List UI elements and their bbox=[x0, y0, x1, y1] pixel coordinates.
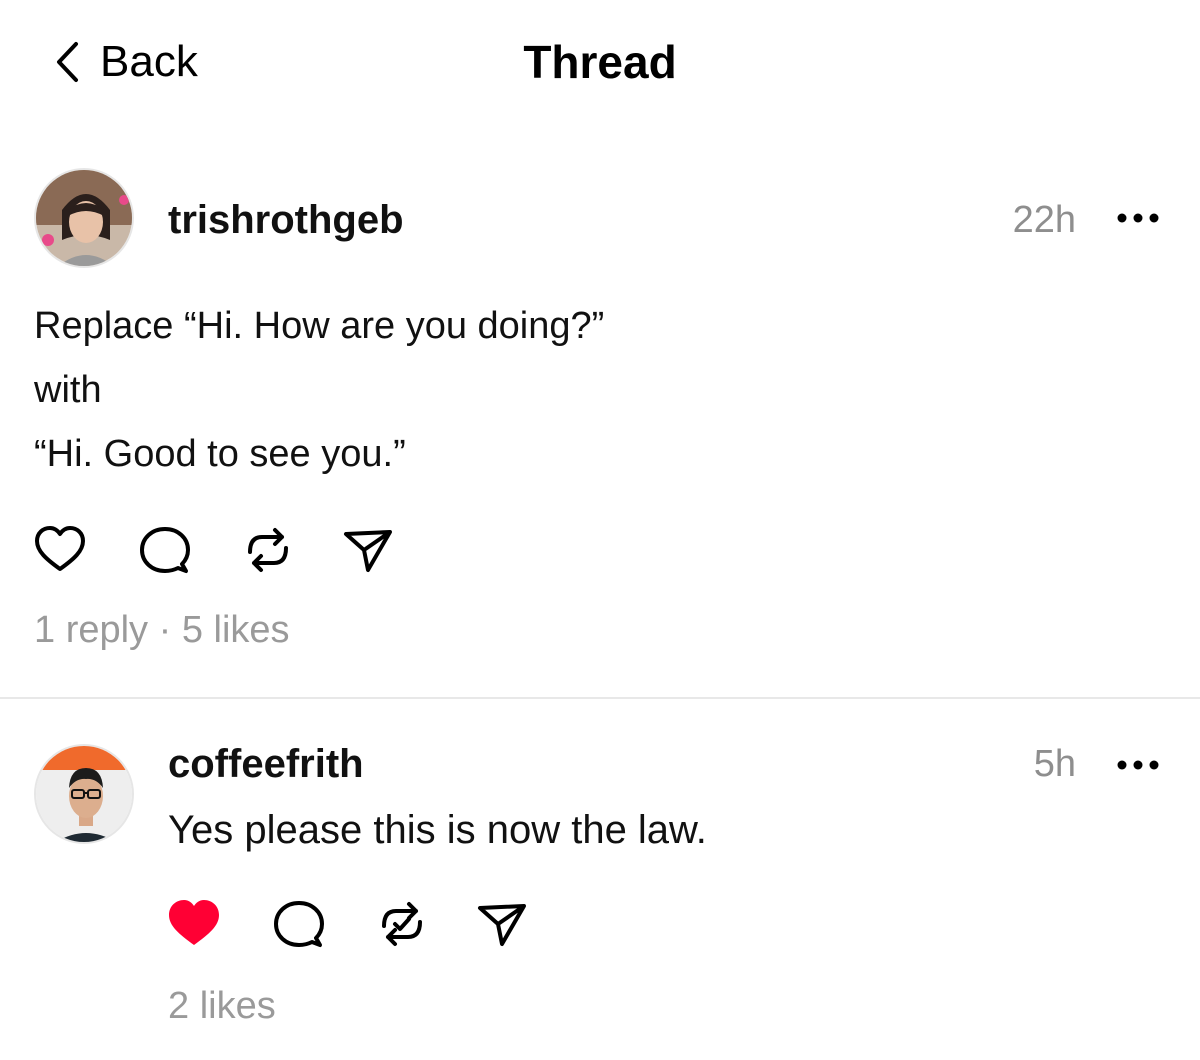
comment-icon bbox=[140, 527, 190, 573]
comment-button[interactable] bbox=[136, 522, 240, 578]
reply-actions bbox=[166, 896, 534, 952]
heart-filled-icon bbox=[169, 900, 219, 945]
repost-button[interactable] bbox=[240, 522, 340, 578]
reply-stats[interactable]: 2 likes bbox=[168, 982, 276, 1030]
reply-more-button[interactable] bbox=[1116, 757, 1160, 773]
post-stats[interactable]: 1 reply · 5 likes bbox=[34, 606, 290, 654]
post-text-line: with bbox=[34, 369, 102, 411]
more-icon bbox=[1117, 213, 1159, 223]
post-body: Replace “Hi. How are you doing?” with “H… bbox=[34, 294, 604, 486]
divider bbox=[0, 697, 1200, 699]
avatar[interactable] bbox=[34, 744, 134, 844]
send-icon bbox=[478, 904, 526, 946]
nav-bar: Back Thread bbox=[0, 0, 1200, 120]
post-text-line: Replace “Hi. How are you doing?” bbox=[34, 305, 605, 347]
avatar[interactable] bbox=[34, 168, 134, 268]
post-text-line: “Hi. Good to see you.” bbox=[34, 433, 406, 475]
share-button[interactable] bbox=[340, 522, 400, 578]
comment-button[interactable] bbox=[270, 896, 374, 952]
reply-username[interactable]: coffeefrith bbox=[168, 740, 364, 788]
repost-check-icon bbox=[382, 902, 422, 946]
post-timestamp: 22h bbox=[1012, 199, 1076, 241]
share-button[interactable] bbox=[474, 896, 534, 952]
like-button[interactable] bbox=[32, 522, 136, 578]
post-actions bbox=[32, 522, 400, 578]
post-username[interactable]: trishrothgeb bbox=[168, 196, 404, 244]
heart-icon bbox=[35, 526, 85, 571]
more-icon bbox=[1117, 760, 1159, 770]
post-more-button[interactable] bbox=[1116, 210, 1160, 226]
reply-timestamp: 5h bbox=[1033, 743, 1076, 785]
reply-body: Yes please this is now the law. bbox=[168, 808, 707, 852]
like-button[interactable] bbox=[166, 896, 270, 952]
repost-button[interactable] bbox=[374, 896, 474, 952]
avatar-image bbox=[36, 170, 132, 266]
avatar-image bbox=[36, 746, 132, 842]
comment-icon bbox=[274, 901, 324, 947]
send-icon bbox=[344, 530, 392, 572]
page-title: Thread bbox=[523, 36, 677, 88]
repost-icon bbox=[248, 528, 288, 572]
